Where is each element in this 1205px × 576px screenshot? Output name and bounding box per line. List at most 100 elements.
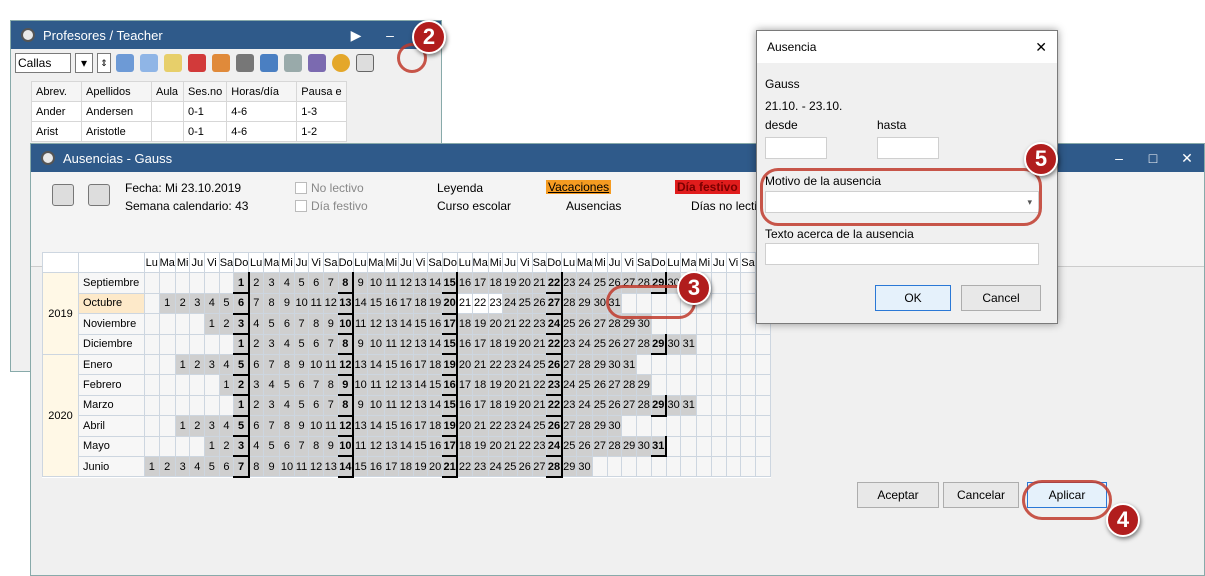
list-icon[interactable] — [140, 54, 158, 72]
table-cell[interactable]: 4-6 — [226, 101, 298, 122]
day-cell[interactable]: 6 — [308, 394, 324, 417]
day-cell[interactable] — [144, 435, 160, 457]
day-cell[interactable] — [740, 353, 756, 376]
day-cell[interactable]: 27 — [561, 415, 577, 437]
day-cell[interactable]: 14 — [367, 353, 385, 376]
day-cell[interactable]: 22 — [517, 435, 533, 457]
day-cell[interactable] — [711, 435, 727, 457]
day-cell[interactable]: 8 — [248, 455, 264, 478]
day-cell[interactable] — [189, 272, 206, 294]
day-cell[interactable]: 26 — [546, 353, 563, 376]
edit-icon[interactable] — [212, 54, 230, 72]
day-cell[interactable]: 21 — [471, 415, 489, 437]
month-label[interactable]: Febrero — [78, 374, 145, 396]
day-cell[interactable]: 5 — [293, 272, 310, 294]
spinner-icon[interactable]: ⇕ — [97, 53, 111, 73]
day-cell[interactable]: 8 — [262, 292, 281, 315]
day-cell[interactable] — [189, 394, 206, 417]
day-cell[interactable]: 28 — [635, 394, 652, 417]
day-cell[interactable] — [740, 292, 756, 315]
day-cell[interactable]: 14 — [367, 415, 385, 437]
day-cell[interactable]: 10 — [279, 455, 295, 478]
day-cell[interactable] — [189, 435, 206, 457]
table-cell[interactable]: 0-1 — [182, 121, 228, 142]
day-cell[interactable]: 2 — [174, 292, 191, 315]
day-cell[interactable] — [725, 272, 742, 294]
day-cell[interactable]: 24 — [546, 313, 563, 336]
table-cell[interactable]: Andersen — [81, 101, 152, 122]
day-cell[interactable]: 3 — [189, 292, 206, 315]
day-cell[interactable]: 11 — [367, 374, 385, 396]
day-cell[interactable]: 19 — [471, 313, 489, 335]
day-cell[interactable] — [711, 333, 727, 355]
day-cell[interactable]: 23 — [561, 333, 577, 355]
day-cell[interactable]: 19 — [502, 333, 518, 355]
day-cell[interactable]: 12 — [398, 272, 414, 294]
day-cell[interactable] — [144, 272, 160, 294]
day-cell[interactable]: 3 — [204, 415, 220, 437]
day-cell[interactable]: 26 — [546, 415, 563, 438]
day-cell[interactable]: 14 — [412, 374, 429, 396]
day-cell[interactable] — [144, 292, 160, 315]
day-cell[interactable] — [174, 435, 191, 457]
day-cell[interactable] — [740, 313, 756, 335]
day-cell[interactable]: 13 — [412, 272, 429, 294]
day-cell[interactable]: 24 — [561, 374, 577, 396]
day-cell[interactable]: 21 — [531, 272, 548, 294]
day-cell[interactable] — [158, 333, 176, 355]
day-cell[interactable] — [635, 455, 652, 478]
day-cell[interactable]: 3 — [233, 435, 250, 458]
day-cell[interactable]: 2 — [248, 272, 264, 294]
day-cell[interactable]: 10 — [308, 415, 324, 437]
day-cell[interactable]: 22 — [531, 374, 548, 396]
day-cell[interactable] — [158, 435, 176, 457]
ok-button[interactable]: OK — [875, 285, 951, 311]
day-cell[interactable]: 25 — [502, 455, 518, 478]
day-cell[interactable]: 26 — [575, 435, 594, 457]
day-cell[interactable]: 9 — [352, 394, 369, 417]
day-cell[interactable] — [665, 415, 682, 437]
day-cell[interactable]: 27 — [621, 394, 637, 417]
day-cell[interactable]: 12 — [398, 333, 414, 355]
day-cell[interactable]: 13 — [352, 415, 369, 437]
day-cell[interactable]: 16 — [427, 435, 443, 457]
day-cell[interactable]: 7 — [322, 394, 339, 417]
day-cell[interactable]: 29 — [635, 374, 652, 396]
delete-icon[interactable] — [188, 54, 206, 72]
day-cell[interactable]: 11 — [383, 272, 400, 294]
day-cell[interactable]: 26 — [517, 455, 533, 478]
day-cell[interactable] — [725, 292, 742, 315]
teacher-selector[interactable]: Callas — [15, 53, 71, 73]
day-cell[interactable] — [711, 272, 727, 294]
day-cell[interactable]: 21 — [441, 455, 459, 478]
table-cell[interactable]: Ander — [31, 101, 82, 122]
day-cell[interactable]: 16 — [441, 374, 459, 397]
day-cell[interactable]: 23 — [471, 455, 489, 478]
day-cell[interactable]: 23 — [561, 272, 577, 294]
table-cell[interactable]: Aristotle — [81, 121, 152, 142]
day-cell[interactable]: 19 — [502, 394, 518, 417]
day-cell[interactable] — [158, 415, 176, 437]
day-cell[interactable]: 1 — [144, 455, 160, 478]
day-cell[interactable]: 6 — [233, 292, 250, 315]
day-cell[interactable] — [189, 313, 206, 335]
day-cell[interactable]: 18 — [471, 374, 489, 396]
day-cell[interactable]: 7 — [233, 455, 250, 478]
day-cell[interactable]: 17 — [412, 353, 429, 376]
day-cell[interactable]: 28 — [575, 415, 594, 437]
table-cell[interactable]: 4-6 — [226, 121, 298, 142]
day-cell[interactable]: 20 — [427, 455, 443, 478]
day-cell[interactable] — [650, 374, 667, 396]
day-cell[interactable]: 15 — [383, 353, 400, 376]
day-cell[interactable]: 1 — [204, 313, 220, 335]
day-cell[interactable]: 26 — [592, 374, 608, 396]
day-cell[interactable] — [725, 415, 742, 437]
day-cell[interactable] — [144, 333, 160, 355]
day-cell[interactable]: 1 — [233, 272, 250, 295]
day-cell[interactable]: 16 — [383, 292, 400, 315]
day-cell[interactable] — [680, 415, 698, 437]
day-cell[interactable]: 8 — [308, 435, 324, 457]
day-cell[interactable] — [606, 455, 623, 478]
day-cell[interactable]: 17 — [471, 394, 489, 417]
day-cell[interactable]: 24 — [502, 292, 518, 315]
